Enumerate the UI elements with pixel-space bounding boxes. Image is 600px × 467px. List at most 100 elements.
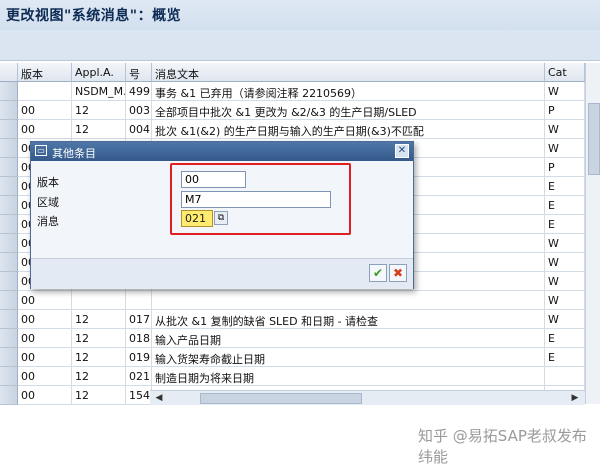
category-cell: W — [545, 291, 585, 310]
row-selector-header[interactable] — [0, 63, 18, 82]
table-row[interactable]: 00 W — [0, 291, 600, 310]
category-cell: E — [545, 329, 585, 348]
table-row[interactable]: 00 12 017 从批次 &1 复制的缺省 SLED 和日期 - 请检查 W — [0, 310, 600, 329]
column-header-version[interactable]: 版本 — [18, 63, 72, 82]
appl-area-cell: 12 — [72, 348, 126, 367]
scroll-left-icon[interactable]: ◀ — [152, 391, 166, 405]
row-selector[interactable] — [0, 177, 18, 196]
number-cell: 003 — [126, 101, 152, 120]
number-cell — [126, 291, 152, 310]
table-row[interactable]: 00 12 004 批次 &1(&2) 的生产日期与输入的生产日期(&3)不匹配 W — [0, 120, 600, 139]
appl-area-cell: 12 — [72, 329, 126, 348]
table-row[interactable]: NSDM_M.. 499 事务 &1 已弃用（请参阅注释 2210569） W — [0, 82, 600, 101]
category-cell: W — [545, 82, 585, 101]
row-selector[interactable] — [0, 215, 18, 234]
table-row[interactable]: 00 12 021 制造日期为将来日期 — [0, 367, 600, 386]
row-selector[interactable] — [0, 196, 18, 215]
appl-area-cell: 12 — [72, 101, 126, 120]
appl-area-cell: 12 — [72, 367, 126, 386]
category-cell: P — [545, 158, 585, 177]
area-label: 区域 — [37, 196, 59, 209]
number-cell: 154 — [126, 386, 152, 405]
category-cell: E — [545, 215, 585, 234]
column-header-category[interactable]: Cat — [545, 63, 585, 82]
column-header-message-text[interactable]: 消息文本 — [152, 63, 545, 82]
row-selector[interactable] — [0, 386, 18, 405]
category-cell: W — [545, 234, 585, 253]
version-cell: 00 — [18, 329, 72, 348]
dialog-title-bar: ▭ 其他条目 ✕ — [31, 142, 413, 161]
row-selector[interactable] — [0, 101, 18, 120]
number-cell: 018 — [126, 329, 152, 348]
category-cell: W — [545, 310, 585, 329]
category-cell: E — [545, 196, 585, 215]
row-selector[interactable] — [0, 291, 18, 310]
title-bar: 更改视图"系统消息"：概览 — [0, 0, 600, 30]
version-label: 版本 — [37, 176, 59, 189]
close-icon[interactable]: ✕ — [395, 144, 409, 158]
vertical-scrollbar[interactable] — [585, 63, 600, 404]
message-text-cell: 批次 &1(&2) 的生产日期与输入的生产日期(&3)不匹配 — [152, 120, 545, 139]
table-row[interactable]: 00 12 019 输入货架寿命截止日期 E — [0, 348, 600, 367]
row-selector[interactable] — [0, 272, 18, 291]
message-text-cell: 从批次 &1 复制的缺省 SLED 和日期 - 请检查 — [152, 310, 545, 329]
number-cell: 019 — [126, 348, 152, 367]
category-cell: W — [545, 120, 585, 139]
version-cell: 00 — [18, 101, 72, 120]
appl-area-cell: 12 — [72, 120, 126, 139]
row-selector[interactable] — [0, 348, 18, 367]
window-icon: ▭ — [35, 145, 47, 156]
message-text-cell: 事务 &1 已弃用（请参阅注释 2210569） — [152, 82, 545, 101]
category-cell — [545, 367, 585, 386]
number-cell: 004 — [126, 120, 152, 139]
number-cell: 017 — [126, 310, 152, 329]
category-cell: W — [545, 272, 585, 291]
scroll-right-icon[interactable]: ▶ — [568, 391, 582, 405]
appl-area-cell — [72, 291, 126, 310]
category-cell: P — [545, 101, 585, 120]
row-selector[interactable] — [0, 367, 18, 386]
dialog-title: 其他条目 — [52, 147, 96, 160]
category-cell: W — [545, 139, 585, 158]
row-selector[interactable] — [0, 329, 18, 348]
row-selector[interactable] — [0, 234, 18, 253]
version-cell: 00 — [18, 310, 72, 329]
row-selector[interactable] — [0, 82, 18, 101]
cancel-icon[interactable]: ✖ — [389, 264, 407, 282]
appl-area-cell: NSDM_M.. — [72, 82, 126, 101]
message-label: 消息 — [37, 215, 59, 228]
column-header-number[interactable]: 号 — [126, 63, 152, 82]
number-cell: 021 — [126, 367, 152, 386]
row-selector[interactable] — [0, 253, 18, 272]
row-selector[interactable] — [0, 139, 18, 158]
version-cell: 00 — [18, 386, 72, 405]
appl-area-cell: 12 — [72, 310, 126, 329]
message-text-cell — [152, 291, 545, 310]
version-cell: 00 — [18, 348, 72, 367]
message-text-cell: 制造日期为将来日期 — [152, 367, 545, 386]
dialog-button-bar: ✔ ✖ — [31, 258, 413, 289]
watermark: 知乎 @易拓SAP老叔发布纬能 — [418, 427, 587, 466]
horizontal-scrollbar[interactable]: ◀ ▶ — [150, 390, 585, 405]
version-cell: 00 — [18, 367, 72, 386]
check-icon[interactable]: ✔ — [369, 264, 387, 282]
number-cell: 499 — [126, 82, 152, 101]
message-text-cell: 输入产品日期 — [152, 329, 545, 348]
row-selector[interactable] — [0, 310, 18, 329]
category-cell: W — [545, 253, 585, 272]
version-cell — [18, 82, 72, 101]
row-selector[interactable] — [0, 158, 18, 177]
version-cell: 00 — [18, 291, 72, 310]
scroll-thumb[interactable] — [588, 103, 600, 175]
toolbar — [0, 30, 600, 61]
table-row[interactable]: 00 12 003 全部项目中批次 &1 更改为 &2/&3 的生产日期/SLED P — [0, 101, 600, 120]
appl-area-cell: 12 — [72, 386, 126, 405]
scroll-thumb[interactable] — [200, 393, 362, 404]
message-text-cell: 全部项目中批次 &1 更改为 &2/&3 的生产日期/SLED — [152, 101, 545, 120]
table-row[interactable]: 00 12 018 输入产品日期 E — [0, 329, 600, 348]
column-header-appl-area[interactable]: Appl.A. — [72, 63, 126, 82]
row-selector[interactable] — [0, 120, 18, 139]
message-text-cell: 输入货架寿命截止日期 — [152, 348, 545, 367]
window-title: 更改视图"系统消息"：概览 — [6, 8, 182, 24]
category-cell: E — [545, 348, 585, 367]
